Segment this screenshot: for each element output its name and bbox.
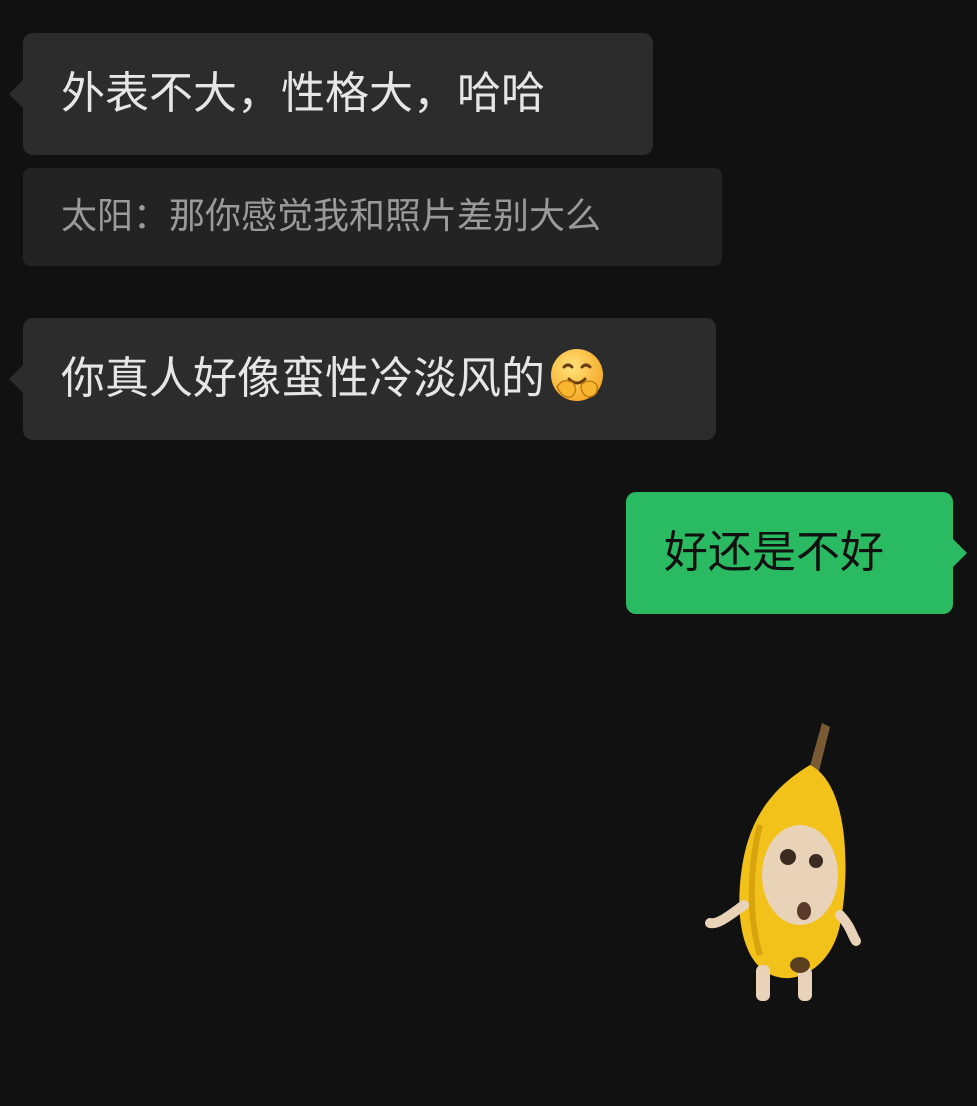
quote-text: 太阳：那你感觉我和照片差别大么	[61, 196, 602, 237]
message-text: 你真人好像蛮性冷淡风的	[61, 353, 545, 404]
incoming-message-bubble[interactable]: 你真人好像蛮性冷淡风的	[9, 318, 716, 440]
message-text: 外表不大，性格大，哈哈	[61, 68, 545, 119]
outgoing-message-bubble[interactable]: 好还是不好	[626, 492, 967, 614]
message-text: 好还是不好	[664, 527, 884, 578]
quoted-reply[interactable]: 太阳：那你感觉我和照片差别大么	[23, 168, 722, 266]
incoming-message-bubble[interactable]: 外表不大，性格大，哈哈	[9, 33, 653, 155]
hugging-face-emoji-icon	[549, 328, 605, 401]
banana-cat-sticker[interactable]	[700, 715, 870, 1015]
